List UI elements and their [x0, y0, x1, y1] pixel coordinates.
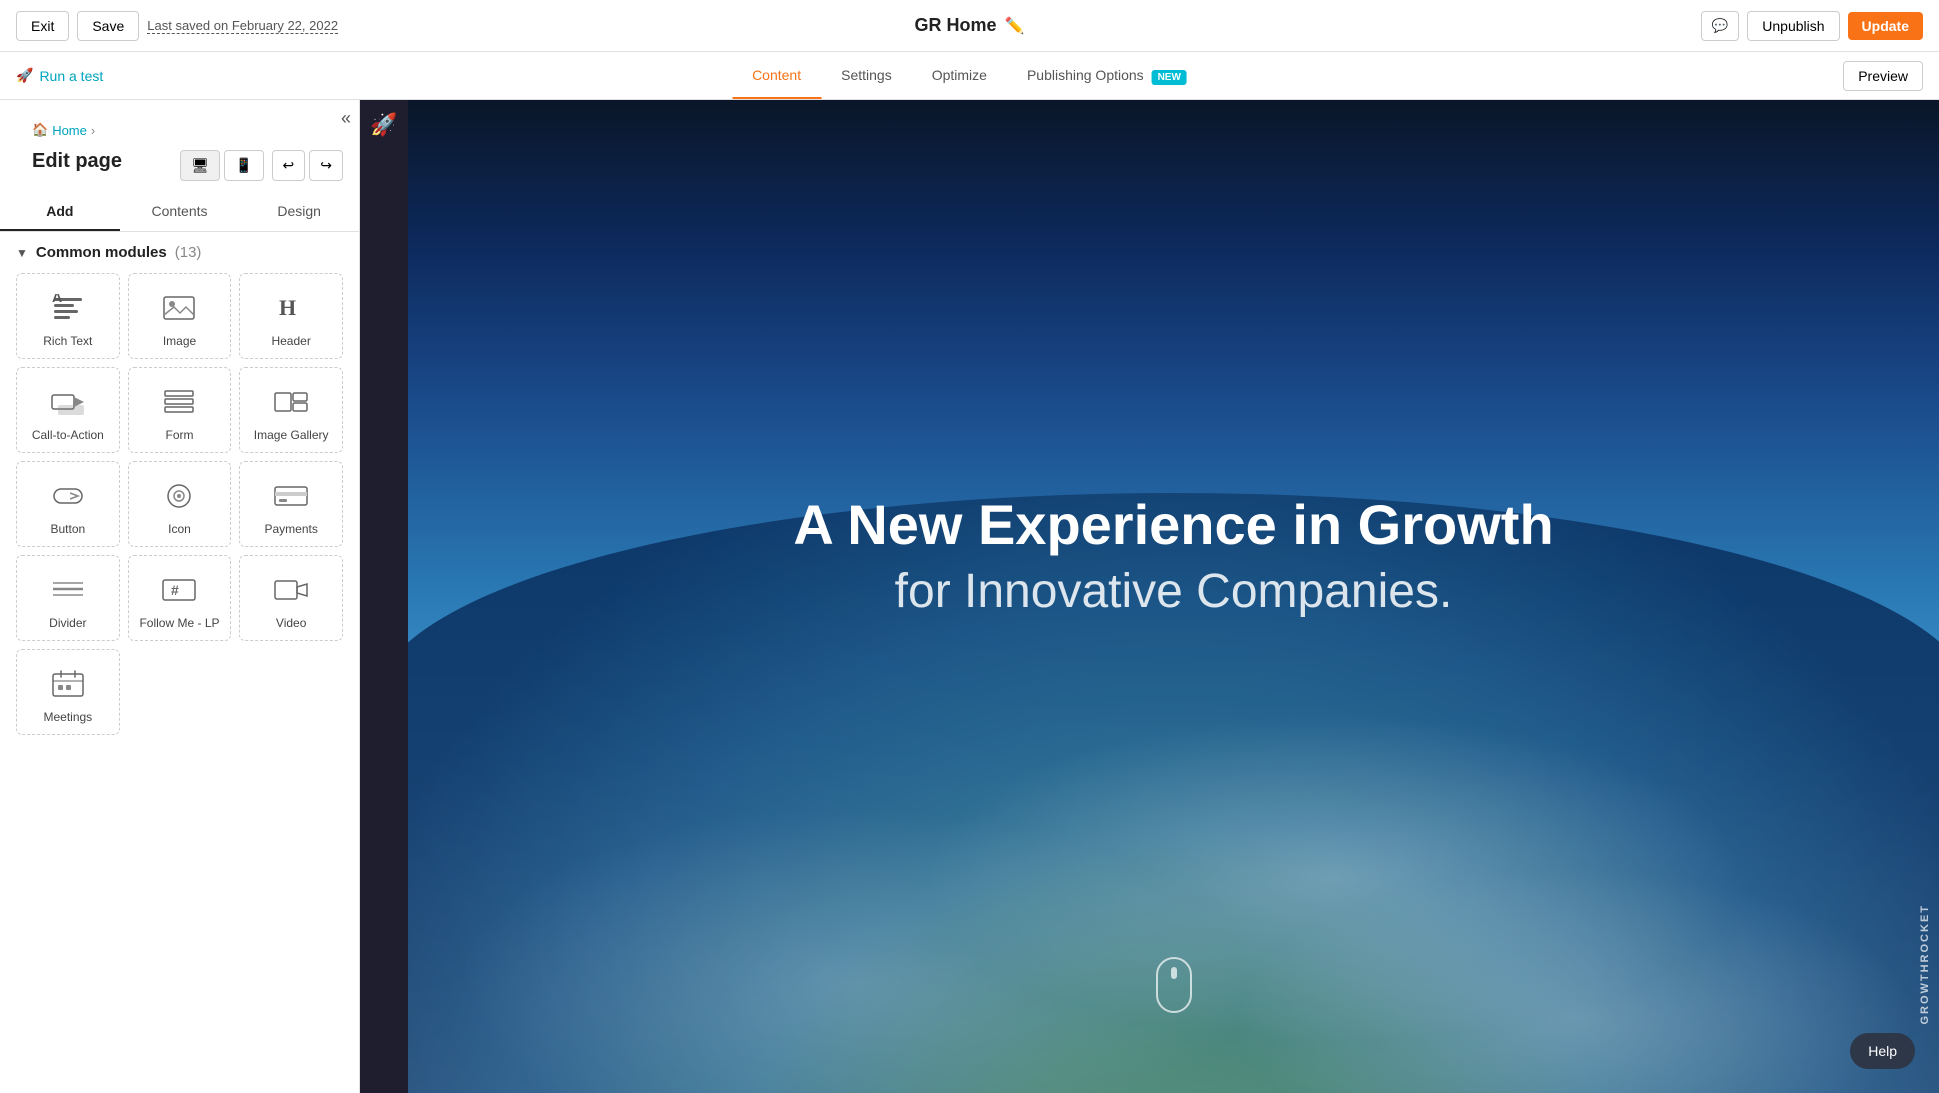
- module-follow-me[interactable]: # Follow Me - LP: [128, 555, 232, 641]
- comment-button[interactable]: 💬: [1701, 11, 1740, 41]
- collapse-sidebar-icon[interactable]: «: [341, 108, 351, 129]
- top-bar-right: 💬 Unpublish Update: [1701, 11, 1923, 41]
- undo-button[interactable]: ↩: [272, 150, 306, 181]
- breadcrumb-separator: ›: [91, 123, 95, 138]
- top-bar-left: Exit Save Last saved on February 22, 202…: [16, 11, 338, 41]
- last-saved-label: Last saved on February 22, 2022: [147, 18, 338, 34]
- rich-text-label: Rich Text: [43, 334, 92, 348]
- module-button[interactable]: Button: [16, 461, 120, 547]
- breadcrumb: 🏠 Home ›: [16, 110, 111, 142]
- payments-icon: [273, 478, 309, 514]
- hero-text-block: A New Experience in Growth for Innovativ…: [753, 494, 1593, 619]
- sub-nav: 🚀 Run a test Content Settings Optimize P…: [0, 52, 1939, 100]
- follow-me-label: Follow Me - LP: [139, 616, 219, 630]
- module-video[interactable]: Video: [239, 555, 343, 641]
- tab-settings[interactable]: Settings: [821, 53, 912, 99]
- svg-text:H: H: [279, 295, 296, 320]
- svg-text:A: A: [52, 294, 62, 305]
- module-icon[interactable]: Icon: [128, 461, 232, 547]
- modules-section: ▼ Common modules (13) A: [0, 232, 359, 1093]
- svg-text:#: #: [171, 582, 179, 598]
- tab-contents[interactable]: Contents: [120, 193, 240, 231]
- sidebar-tabs: Add Contents Design: [0, 193, 359, 232]
- icon-module-icon: [163, 478, 195, 514]
- save-button[interactable]: Save: [77, 11, 139, 41]
- button-label: Button: [50, 522, 85, 536]
- header-icon: H: [275, 290, 307, 326]
- update-button[interactable]: Update: [1848, 12, 1923, 40]
- module-form[interactable]: Form: [128, 367, 232, 453]
- run-test-icon: 🚀: [16, 67, 33, 84]
- hero-title-line1: A New Experience in Growth: [793, 494, 1553, 556]
- vertical-brand: GROWTHROCKET: [1911, 896, 1939, 1033]
- meetings-icon: [51, 666, 85, 702]
- exit-button[interactable]: Exit: [16, 11, 69, 41]
- module-payments[interactable]: Payments: [239, 461, 343, 547]
- common-modules-header[interactable]: ▼ Common modules (13): [16, 244, 343, 261]
- module-header[interactable]: H Header: [239, 273, 343, 359]
- rocket-sidebar: 🚀: [360, 100, 408, 1093]
- tab-design[interactable]: Design: [239, 193, 359, 231]
- module-meetings[interactable]: Meetings: [16, 649, 120, 735]
- module-divider[interactable]: Divider: [16, 555, 120, 641]
- button-icon: [50, 478, 86, 514]
- image-gallery-label: Image Gallery: [254, 428, 329, 442]
- tab-optimize[interactable]: Optimize: [912, 53, 1007, 99]
- mobile-view-button[interactable]: 📱: [224, 150, 263, 181]
- form-icon: [163, 384, 195, 420]
- breadcrumb-home[interactable]: Home: [52, 123, 87, 138]
- tab-add[interactable]: Add: [0, 193, 120, 231]
- module-image[interactable]: Image: [128, 273, 232, 359]
- divider-icon: [51, 572, 85, 608]
- main-layout: 🏠 Home › « Edit page 🖥 📱 ↩ ↪ Add: [0, 100, 1939, 1093]
- form-label: Form: [165, 428, 193, 442]
- run-test-label: Run a test: [39, 68, 103, 84]
- edit-icon[interactable]: ✏️: [1005, 16, 1025, 36]
- top-bar: Exit Save Last saved on February 22, 202…: [0, 0, 1939, 52]
- run-test-link[interactable]: 🚀 Run a test: [16, 67, 103, 84]
- hero-title-line2: for Innovative Companies.: [793, 564, 1553, 619]
- payments-label: Payments: [264, 522, 317, 536]
- tab-content[interactable]: Content: [732, 53, 821, 99]
- preview-area: A New Experience in Growth for Innovativ…: [408, 100, 1939, 1093]
- sub-nav-tabs: Content Settings Optimize Publishing Opt…: [732, 53, 1207, 99]
- header-label: Header: [271, 334, 310, 348]
- page-title: GR Home: [915, 15, 997, 36]
- section-title: Common modules: [36, 244, 167, 261]
- tab-publishing[interactable]: Publishing Options NEW: [1007, 53, 1207, 99]
- icon-label: Icon: [168, 522, 191, 536]
- scroll-dot: [1171, 967, 1177, 979]
- top-bar-center: GR Home ✏️: [915, 15, 1025, 36]
- module-cta[interactable]: Call-to-Action: [16, 367, 120, 453]
- desktop-view-button[interactable]: 🖥: [180, 150, 220, 181]
- image-gallery-icon: [273, 384, 309, 420]
- module-image-gallery[interactable]: Image Gallery: [239, 367, 343, 453]
- redo-button[interactable]: ↪: [309, 150, 343, 181]
- module-rich-text[interactable]: A Rich Text: [16, 273, 120, 359]
- unpublish-button[interactable]: Unpublish: [1747, 11, 1839, 41]
- meetings-label: Meetings: [43, 710, 92, 724]
- scroll-indicator: [1156, 957, 1192, 1013]
- modules-grid: A Rich Text Image: [16, 273, 343, 735]
- sidebar: 🏠 Home › « Edit page 🖥 📱 ↩ ↪ Add: [0, 100, 360, 1093]
- preview-button[interactable]: Preview: [1843, 61, 1923, 91]
- follow-me-icon: #: [161, 572, 197, 608]
- cta-label: Call-to-Action: [32, 428, 104, 442]
- sub-nav-right: Preview: [1843, 61, 1923, 91]
- chevron-down-icon: ▼: [16, 246, 28, 260]
- section-count: (13): [175, 244, 202, 261]
- sidebar-title: Edit page: [16, 146, 138, 185]
- hero-background: A New Experience in Growth for Innovativ…: [408, 100, 1939, 1093]
- video-icon: [273, 572, 309, 608]
- video-label: Video: [276, 616, 306, 630]
- home-icon: 🏠: [32, 122, 48, 138]
- divider-label: Divider: [49, 616, 86, 630]
- image-icon: [162, 290, 196, 326]
- rich-text-icon: A: [52, 290, 84, 326]
- cta-icon: [50, 384, 86, 420]
- image-label: Image: [163, 334, 196, 348]
- new-badge: NEW: [1152, 70, 1187, 85]
- rocket-button[interactable]: 🚀: [358, 100, 409, 150]
- help-button[interactable]: Help: [1850, 1033, 1915, 1069]
